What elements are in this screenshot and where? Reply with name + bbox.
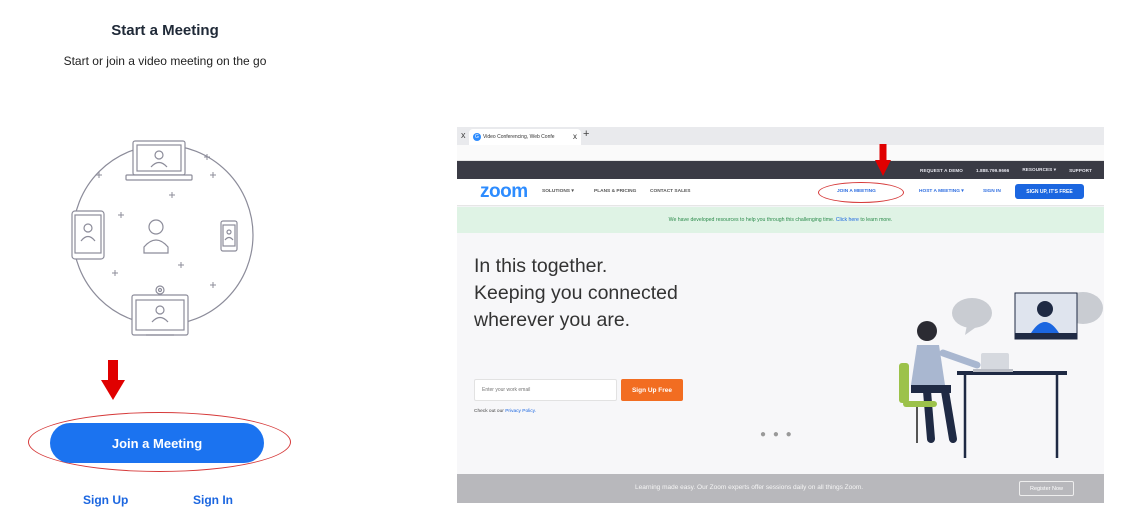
contact-sales-link[interactable]: CONTACT SALES: [650, 189, 690, 194]
footer-text: Learning made easy. Our Zoom experts off…: [635, 484, 864, 491]
person-on-video-call-illustration: [899, 292, 1103, 458]
tab-title: Video Conferencing, Web Confe: [483, 134, 555, 140]
utility-bar: REQUEST A DEMO 1.888.799.9666 RESOURCES …: [457, 161, 1104, 179]
join-meeting-button[interactable]: Join a Meeting: [50, 423, 264, 463]
zoom-logo[interactable]: zoom: [480, 182, 528, 201]
privacy-prefix: Check out our: [474, 409, 504, 414]
red-arrow-down-icon: [101, 360, 125, 400]
red-arrow-down-icon: [875, 144, 891, 176]
address-bar[interactable]: [457, 145, 1104, 161]
solutions-menu[interactable]: SOLUTIONS ▾: [542, 189, 574, 194]
sign-in-link[interactable]: SIGN IN: [983, 189, 1001, 194]
mobile-start-screen: Start a Meeting Start or join a video me…: [0, 0, 330, 511]
favicon-icon: G: [473, 133, 481, 141]
carousel-dots[interactable]: ● ● ●: [760, 429, 794, 440]
host-meeting-menu[interactable]: HOST A MEETING ▾: [919, 189, 964, 194]
tab-bar: x G Video Conferencing, Web Confe x +: [457, 127, 1104, 145]
plans-pricing-link[interactable]: PLANS & PRICING: [594, 189, 636, 194]
sign-up-free-button[interactable]: SIGN UP, IT'S FREE: [1015, 184, 1084, 199]
work-email-input[interactable]: [474, 379, 617, 401]
privacy-note: Check out our Privacy Policy.: [474, 409, 536, 414]
page-subtitle: Start or join a video meeting on the go: [63, 54, 267, 68]
annotation-ellipse: [818, 182, 904, 203]
footer-bar: Learning made easy. Our Zoom experts off…: [457, 474, 1104, 503]
register-now-button[interactable]: Register Now: [1019, 481, 1074, 496]
resources-menu[interactable]: RESOURCES ▾: [1022, 167, 1056, 173]
request-demo-link[interactable]: REQUEST A DEMO: [920, 168, 963, 173]
hero-section: In this together. Keeping you connected …: [457, 233, 1104, 474]
sign-up-link[interactable]: Sign Up: [83, 493, 128, 507]
browser-tab[interactable]: G Video Conferencing, Web Confe x: [469, 129, 581, 145]
window-close-icon[interactable]: x: [461, 130, 466, 140]
privacy-policy-link[interactable]: Privacy Policy.: [505, 409, 536, 414]
banner-tail: to learn more.: [860, 217, 893, 223]
support-link[interactable]: SUPPORT: [1069, 168, 1092, 173]
hero-heading-line-1: In this together.: [474, 255, 608, 277]
page-title: Start a Meeting: [111, 22, 219, 39]
sign-up-free-orange-button[interactable]: Sign Up Free: [621, 379, 683, 401]
new-tab-icon[interactable]: +: [583, 128, 589, 140]
hero-heading-line-3: wherever you are.: [474, 309, 631, 331]
sign-in-link[interactable]: Sign In: [193, 493, 233, 507]
phone-number[interactable]: 1.888.799.9666: [976, 168, 1009, 173]
notice-banner: We have developed resources to help you …: [457, 207, 1104, 233]
hero-heading-line-2: Keeping you connected: [474, 282, 678, 304]
browser-window: x G Video Conferencing, Web Confe x + RE…: [457, 127, 1104, 503]
tab-close-icon[interactable]: x: [573, 129, 577, 145]
meeting-devices-illustration-icon: [71, 140, 254, 336]
banner-text: We have developed resources to help you …: [668, 217, 835, 223]
main-nav: zoom SOLUTIONS ▾ PLANS & PRICING CONTACT…: [457, 179, 1104, 206]
banner-link[interactable]: Click here: [836, 217, 859, 223]
